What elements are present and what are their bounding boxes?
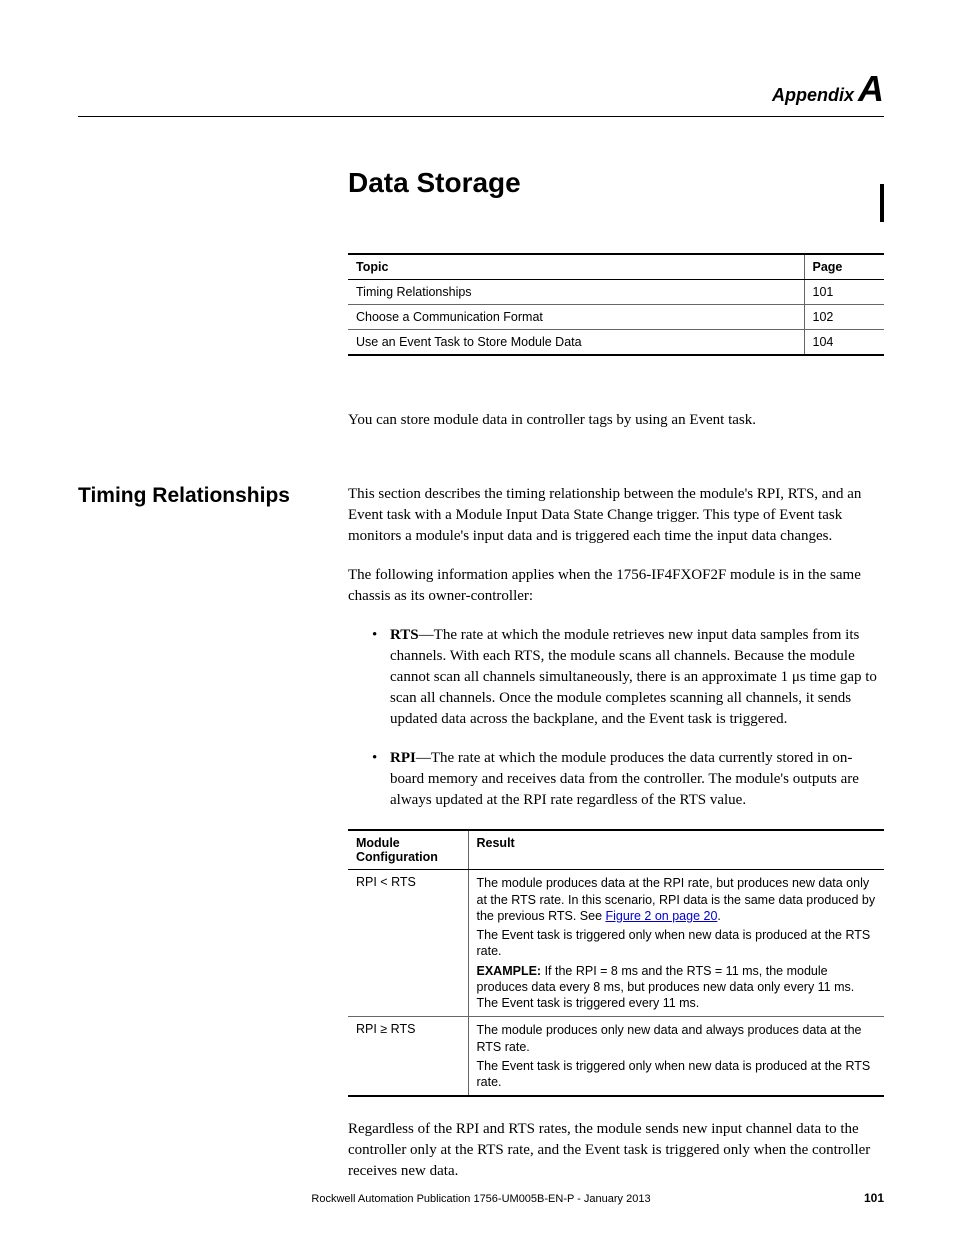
toc-col-page: Page bbox=[804, 254, 884, 280]
bullet-text: —The rate at which the module produces t… bbox=[390, 750, 859, 808]
section-title: Timing Relationships bbox=[78, 484, 328, 508]
appendix-word: Appendix bbox=[772, 85, 854, 106]
rt-row: RPI ≥ RTS The module produces only new d… bbox=[348, 1017, 884, 1097]
bullet-list: RTS—The rate at which the module retriev… bbox=[372, 625, 884, 811]
rt-col-result: Result bbox=[468, 830, 884, 870]
rt-col-config: Module Configuration bbox=[348, 830, 468, 870]
body-paragraph: The following information applies when t… bbox=[348, 565, 884, 607]
toc-page: 102 bbox=[804, 305, 884, 330]
page-number: 101 bbox=[864, 1191, 884, 1205]
bullet-item: RTS—The rate at which the module retriev… bbox=[372, 625, 884, 730]
rt-line: The module produces only new data and al… bbox=[477, 1022, 877, 1055]
toc-page: 101 bbox=[804, 280, 884, 305]
toc-topic: Use an Event Task to Store Module Data bbox=[348, 330, 804, 356]
rt-config: RPI < RTS bbox=[348, 870, 468, 1017]
bullet-term: RTS bbox=[390, 627, 419, 643]
rt-example-label: EXAMPLE: bbox=[477, 964, 542, 978]
appendix-header: Appendix A bbox=[78, 68, 884, 117]
body-paragraph: This section describes the timing relati… bbox=[348, 484, 884, 547]
page: Appendix A Data Storage Topic Page Timin… bbox=[0, 0, 954, 1182]
rt-line: EXAMPLE: If the RPI = 8 ms and the RTS =… bbox=[477, 963, 877, 1012]
toc-col-topic: Topic bbox=[348, 254, 804, 280]
rt-row: RPI < RTS The module produces data at th… bbox=[348, 870, 884, 1017]
toc-row: Use an Event Task to Store Module Data 1… bbox=[348, 330, 884, 356]
closing-paragraph: Regardless of the RPI and RTS rates, the… bbox=[348, 1119, 884, 1182]
rt-line: The module produces data at the RPI rate… bbox=[477, 875, 877, 924]
toc-table: Topic Page Timing Relationships 101 Choo… bbox=[348, 253, 884, 356]
rt-config: RPI ≥ RTS bbox=[348, 1017, 468, 1097]
section-timing: Timing Relationships This section descri… bbox=[348, 484, 884, 1182]
chapter-title: Data Storage bbox=[348, 167, 884, 199]
rt-link[interactable]: Figure 2 on page 20 bbox=[606, 909, 718, 923]
result-table: Module Configuration Result RPI < RTS Th… bbox=[348, 829, 884, 1097]
rt-result: The module produces data at the RPI rate… bbox=[468, 870, 884, 1017]
toc-row: Timing Relationships 101 bbox=[348, 280, 884, 305]
intro-paragraph: You can store module data in controller … bbox=[348, 410, 884, 430]
change-bar-icon bbox=[880, 184, 884, 222]
bullet-term: RPI bbox=[390, 750, 416, 766]
content-area: Data Storage Topic Page Timing Relations… bbox=[348, 167, 884, 1182]
rt-text: . bbox=[717, 909, 720, 923]
rt-result: The module produces only new data and al… bbox=[468, 1017, 884, 1097]
toc-page: 104 bbox=[804, 330, 884, 356]
footer-publication: Rockwell Automation Publication 1756-UM0… bbox=[311, 1193, 650, 1205]
rt-line: The Event task is triggered only when ne… bbox=[477, 1058, 877, 1091]
toc-topic: Choose a Communication Format bbox=[348, 305, 804, 330]
bullet-item: RPI—The rate at which the module produce… bbox=[372, 748, 884, 811]
rt-line: The Event task is triggered only when ne… bbox=[477, 927, 877, 960]
toc-topic: Timing Relationships bbox=[348, 280, 804, 305]
bullet-text: —The rate at which the module retrieves … bbox=[390, 627, 877, 727]
toc-row: Choose a Communication Format 102 bbox=[348, 305, 884, 330]
footer: Rockwell Automation Publication 1756-UM0… bbox=[78, 1193, 884, 1205]
appendix-letter: A bbox=[858, 68, 884, 110]
